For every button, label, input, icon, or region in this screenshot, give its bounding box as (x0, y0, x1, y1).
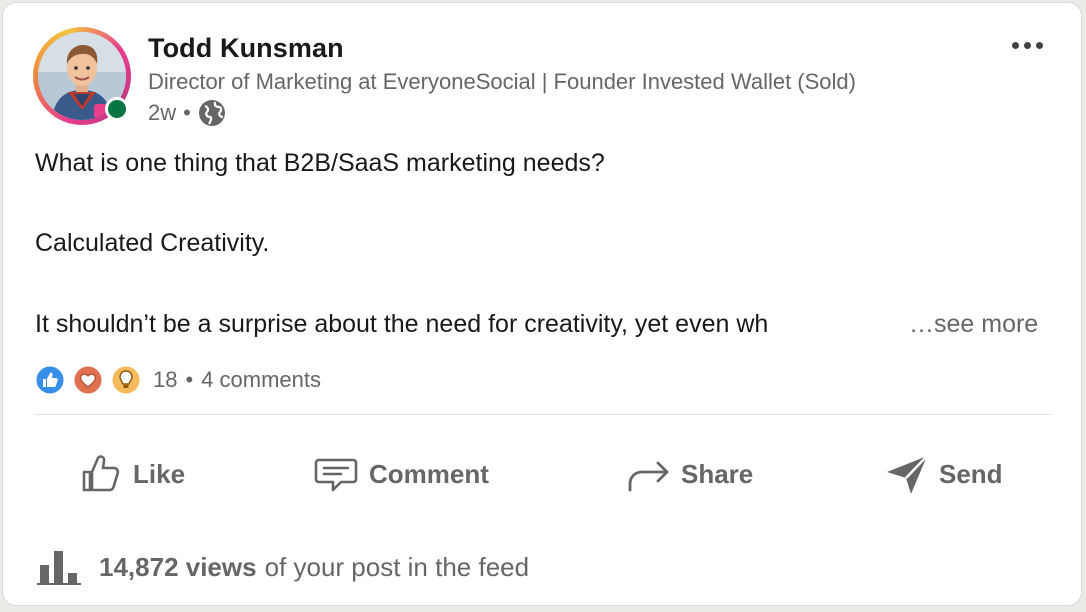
send-button[interactable]: Send (885, 449, 1003, 499)
views-count: 14,872 views (99, 551, 257, 582)
comment-label: Comment (369, 458, 489, 489)
comment-button[interactable]: Comment (313, 449, 489, 499)
post-timestamp: 2w (148, 100, 177, 125)
more-dot-icon (1023, 41, 1031, 49)
insightful-icon[interactable] (111, 365, 141, 395)
divider (35, 414, 1051, 415)
bar-chart-icon (37, 551, 81, 585)
more-options-button[interactable] (1003, 33, 1051, 57)
author-headline: Director of Marketing at EveryoneSocial … (148, 69, 856, 94)
post-card: Todd Kunsman Director of Marketing at Ev… (2, 2, 1082, 606)
like-label: Like (133, 458, 186, 489)
share-arrow-icon (628, 461, 669, 492)
share-label: Share (681, 458, 754, 489)
see-more-link[interactable]: …see more (909, 310, 1038, 339)
social-counts: 18 • 4 comments (35, 365, 321, 395)
meta-separator: • (183, 100, 191, 125)
views-suffix: of your post in the feed (264, 551, 530, 582)
online-status-indicator (105, 97, 129, 121)
share-button[interactable]: Share (625, 449, 753, 499)
more-dot-icon (1011, 41, 1019, 49)
love-icon[interactable] (73, 365, 103, 395)
globe-icon (198, 99, 226, 127)
author-name[interactable]: Todd Kunsman (148, 33, 344, 64)
like-icon[interactable] (35, 365, 65, 395)
post-meta: 2w • (148, 99, 226, 127)
reaction-count[interactable]: 18 (153, 367, 177, 393)
author-avatar[interactable] (33, 27, 131, 125)
post-text-line: Calculated Creativity. (35, 229, 270, 257)
more-dot-icon (1035, 41, 1043, 49)
send-label: Send (939, 458, 1003, 489)
thumbs-up-icon (82, 455, 120, 492)
like-button[interactable]: Like (79, 449, 185, 499)
post-text-line: It shouldn’t be a surprise about the nee… (35, 310, 769, 338)
social-separator: • (185, 367, 194, 392)
post-analytics[interactable]: 14,872 views of your post in the feed (37, 549, 529, 585)
comments-count-link[interactable]: 4 comments (201, 367, 321, 393)
comment-icon (314, 458, 358, 492)
post-text-line: What is one thing that B2B/SaaS marketin… (35, 149, 605, 177)
send-icon (887, 455, 928, 494)
